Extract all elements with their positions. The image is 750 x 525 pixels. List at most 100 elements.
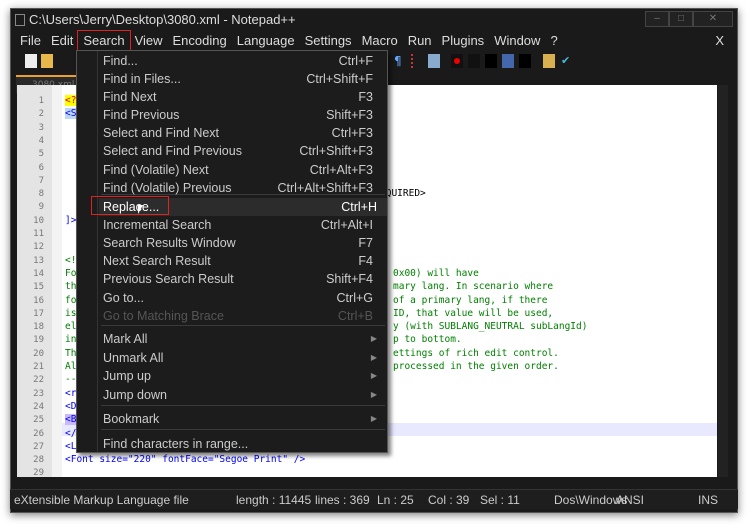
status-insert-mode: INS <box>698 493 719 507</box>
save-macro-icon[interactable] <box>519 54 531 68</box>
menu-search[interactable]: Search <box>77 30 131 52</box>
menu-item-shortcut: Ctrl+Shift+F3 <box>299 144 373 158</box>
menu-item-label: Jump up <box>103 369 151 383</box>
line-number: 4 <box>38 135 44 146</box>
menu-separator <box>101 429 385 430</box>
code-text: 0x00) will have <box>393 267 479 279</box>
menu-item-find-characters-in-range[interactable]: Find characters in range... <box>103 435 383 453</box>
menu-item-find-in-files[interactable]: Find in Files... Ctrl+Shift+F <box>103 70 383 88</box>
menu-item-label: Find Previous <box>103 108 180 122</box>
menu-item-label: Find (Volatile) Next <box>103 163 209 177</box>
submenu-arrow-icon: ▶ <box>370 390 377 399</box>
new-file-icon[interactable] <box>25 54 37 68</box>
code-text: <S <box>65 108 77 120</box>
menu-item-find-previous[interactable]: Find Previous Shift+F3 <box>103 106 383 124</box>
menu-run[interactable]: Run <box>403 31 437 51</box>
menu-view[interactable]: View <box>130 31 168 51</box>
line-number: 10 <box>33 215 44 226</box>
menu-item-find[interactable]: Find... Ctrl+F <box>103 52 383 70</box>
code-text: Al <box>65 361 77 372</box>
menu-item-jump-down[interactable]: Jump down ▶ <box>103 386 383 404</box>
menu-item-shortcut: Ctrl+Alt+Shift+F3 <box>277 181 373 195</box>
menu-item-go-to-matching-brace: Go to Matching Brace Ctrl+B <box>103 307 383 325</box>
menu-item-jump-up[interactable]: Jump up ▶ <box>103 367 383 385</box>
menu-language[interactable]: Language <box>232 31 300 51</box>
pilcrow-icon[interactable]: ¶ <box>394 54 406 68</box>
spellcheck-icon[interactable]: ✔ <box>561 54 573 68</box>
code-text: <r <box>65 387 77 399</box>
menu-item-shortcut: Ctrl+F <box>338 54 373 68</box>
code-text: processed in the given order. <box>393 361 559 372</box>
run-macro-multiple-icon[interactable] <box>502 54 514 68</box>
line-number: 28 <box>33 455 44 466</box>
vertical-scrollbar[interactable] <box>718 85 728 477</box>
menu-item-search-results-window[interactable]: Search Results Window F7 <box>103 234 383 252</box>
menu-item-select-and-find-previous[interactable]: Select and Find Previous Ctrl+Shift+F3 <box>103 142 383 160</box>
code-text: Th <box>65 347 77 359</box>
menu-bar: File Edit Search View Encoding Language Settin… <box>11 30 737 52</box>
menu-item-shortcut: Ctrl+Alt+I <box>320 218 373 232</box>
menu-item-incremental-search[interactable]: Incremental Search Ctrl+Alt+I <box>103 216 383 234</box>
minimize-button[interactable]: – <box>645 11 669 27</box>
code-text: p to bottom. <box>393 334 462 346</box>
menu-item-label: Select and Find Next <box>103 126 220 140</box>
line-number: 11 <box>33 229 44 239</box>
menu-item-shortcut: Ctrl+Shift+F <box>306 72 373 86</box>
record-macro-icon[interactable] <box>451 54 463 68</box>
menu-item-shortcut: Shift+F4 <box>326 272 373 286</box>
line-number: 23 <box>33 388 44 399</box>
wrap-icon[interactable] <box>428 54 440 68</box>
menu-settings[interactable]: Settings <box>300 31 357 51</box>
menu-item-bookmark[interactable]: Bookmark ▶ <box>103 410 383 428</box>
stop-macro-icon[interactable] <box>468 54 480 68</box>
line-number: 17 <box>33 308 44 319</box>
app-icon <box>15 14 25 26</box>
indent-guide-icon[interactable] <box>411 54 423 68</box>
replace-highlight-box <box>91 196 169 215</box>
menu-edit[interactable]: Edit <box>46 31 78 51</box>
menu-item-find-volatile-previous[interactable]: Find (Volatile) Previous Ctrl+Alt+Shift+F… <box>103 179 383 197</box>
folder-icon[interactable] <box>543 54 555 68</box>
close-document-button[interactable]: X <box>710 31 729 51</box>
code-text: is <box>65 307 77 319</box>
menu-file[interactable]: File <box>15 31 46 51</box>
line-number: 19 <box>33 335 44 346</box>
menu-item-previous-search-result[interactable]: Previous Search Result Shift+F4 <box>103 270 383 288</box>
menu-encoding[interactable]: Encoding <box>168 31 232 51</box>
menu-item-select-and-find-next[interactable]: Select and Find Next Ctrl+F3 <box>103 124 383 142</box>
menu-item-go-to[interactable]: Go to... Ctrl+G <box>103 289 383 307</box>
close-button[interactable]: ✕ <box>693 11 733 27</box>
menu-item-find-volatile-next[interactable]: Find (Volatile) Next Ctrl+Alt+F3 <box>103 161 383 179</box>
playback-macro-icon[interactable] <box>485 54 497 68</box>
menu-item-shortcut: Ctrl+H <box>341 200 377 214</box>
title-bar: C:\Users\Jerry\Desktop\3080.xml - Notepa… <box>11 9 737 31</box>
menu-item-unmark-all[interactable]: Unmark All ▶ <box>103 349 383 367</box>
menu-item-shortcut: F3 <box>358 90 373 104</box>
menu-item-next-search-result[interactable]: Next Search Result F4 <box>103 252 383 270</box>
menu-macro[interactable]: Macro <box>357 31 403 51</box>
code-text: ID, that value will be used, <box>393 307 554 319</box>
line-number: 8 <box>38 189 44 200</box>
code-text: el <box>65 321 77 333</box>
maximize-button[interactable]: □ <box>669 11 693 27</box>
menu-item-label: Find in Files... <box>103 72 181 86</box>
code-text: <? <box>65 95 77 106</box>
line-number: 18 <box>33 322 44 333</box>
line-number: 22 <box>33 375 44 386</box>
line-number: 15 <box>33 282 44 293</box>
menu-plugins[interactable]: Plugins <box>437 31 490 51</box>
fold-margin[interactable] <box>52 85 62 477</box>
menu-item-mark-all[interactable]: Mark All ▶ <box>103 330 383 348</box>
open-file-icon[interactable] <box>41 54 53 68</box>
status-lines: lines : 369 <box>315 493 370 507</box>
status-sel: Sel : 11 <box>480 493 520 507</box>
menu-item-shortcut: F7 <box>358 236 373 250</box>
menu-item-label: Previous Search Result <box>103 272 234 286</box>
code-text: ]> <box>65 214 77 226</box>
menu-item-label: Incremental Search <box>103 218 212 232</box>
code-text: in <box>65 334 77 346</box>
menu-help[interactable]: ? <box>545 31 562 51</box>
menu-item-find-next[interactable]: Find Next F3 <box>103 88 383 106</box>
menu-window[interactable]: Window <box>489 31 545 51</box>
status-bar: eXtensible Markup Language file length :… <box>10 489 738 510</box>
